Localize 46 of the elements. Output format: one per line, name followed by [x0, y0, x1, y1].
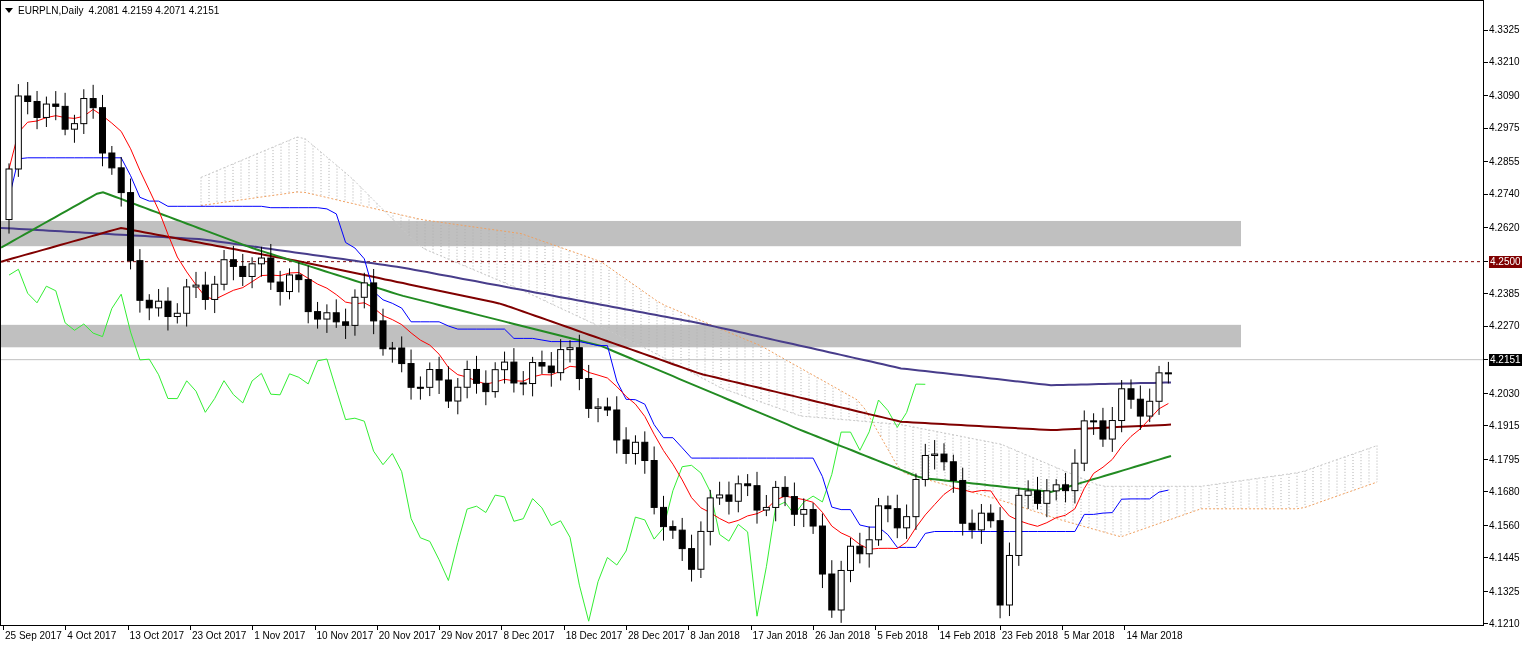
date-label: 14 Mar 2018 [1126, 630, 1183, 642]
date-label: 23 Oct 2017 [191, 630, 247, 642]
date-label: 8 Dec 2017 [503, 630, 555, 642]
date-label: 23 Feb 2018 [1001, 630, 1058, 642]
date-label: 20 Nov 2017 [378, 630, 436, 642]
date-label: 8 Jan 2018 [690, 630, 740, 642]
price-label: 4.2151 [1489, 353, 1522, 366]
candle [1034, 476, 1041, 510]
candle [473, 355, 480, 395]
price-label: 4.1680 [1489, 485, 1520, 498]
price-label: 4.1445 [1489, 551, 1520, 564]
price-label: 4.3210 [1489, 56, 1520, 69]
price-label: 4.1325 [1489, 585, 1520, 598]
dropdown-icon[interactable] [5, 8, 13, 13]
price-label: 4.1210 [1489, 617, 1520, 630]
date-label: 17 Jan 2018 [752, 630, 808, 642]
price-label: 4.3090 [1489, 90, 1520, 102]
candle [660, 495, 667, 542]
price-label: 4.2030 [1489, 387, 1520, 400]
price-label: 4.1560 [1489, 519, 1520, 532]
price-label: 4.3325 [1489, 24, 1520, 36]
price-label: 4.2975 [1489, 122, 1520, 135]
price-label: 4.2385 [1489, 287, 1520, 300]
date-label: 1 Nov 2017 [254, 630, 306, 642]
candle [286, 267, 293, 300]
date-label: 10 Nov 2017 [316, 630, 374, 642]
price-label: 4.2500 [1489, 255, 1522, 268]
date-label: 5 Mar 2018 [1064, 630, 1115, 642]
candle [847, 537, 854, 583]
date-label: 13 Oct 2017 [129, 630, 185, 642]
date-label: 29 Nov 2017 [441, 630, 498, 642]
price-label: 4.2855 [1489, 155, 1520, 168]
price-label: 4.1795 [1489, 453, 1520, 466]
price-label: 4.2740 [1489, 188, 1520, 201]
date-label: 14 Feb 2018 [939, 630, 996, 642]
date-label: 26 Jan 2018 [814, 630, 870, 642]
date-label: 28 Dec 2017 [628, 630, 685, 642]
price-label: 4.2270 [1489, 320, 1520, 333]
date-label: 25 Sep 2017 [5, 630, 62, 642]
date-label: 18 Dec 2017 [565, 630, 623, 642]
ohlc-values: 4.2081 4.2159 4.2071 4.2151 [88, 4, 220, 18]
price-label: 4.1915 [1489, 419, 1520, 432]
date-label: 5 Feb 2018 [877, 630, 928, 642]
symbol-label: EURPLN,Daily [18, 4, 84, 18]
price-label: 4.2620 [1489, 221, 1520, 234]
date-label: 4 Oct 2017 [67, 630, 117, 642]
